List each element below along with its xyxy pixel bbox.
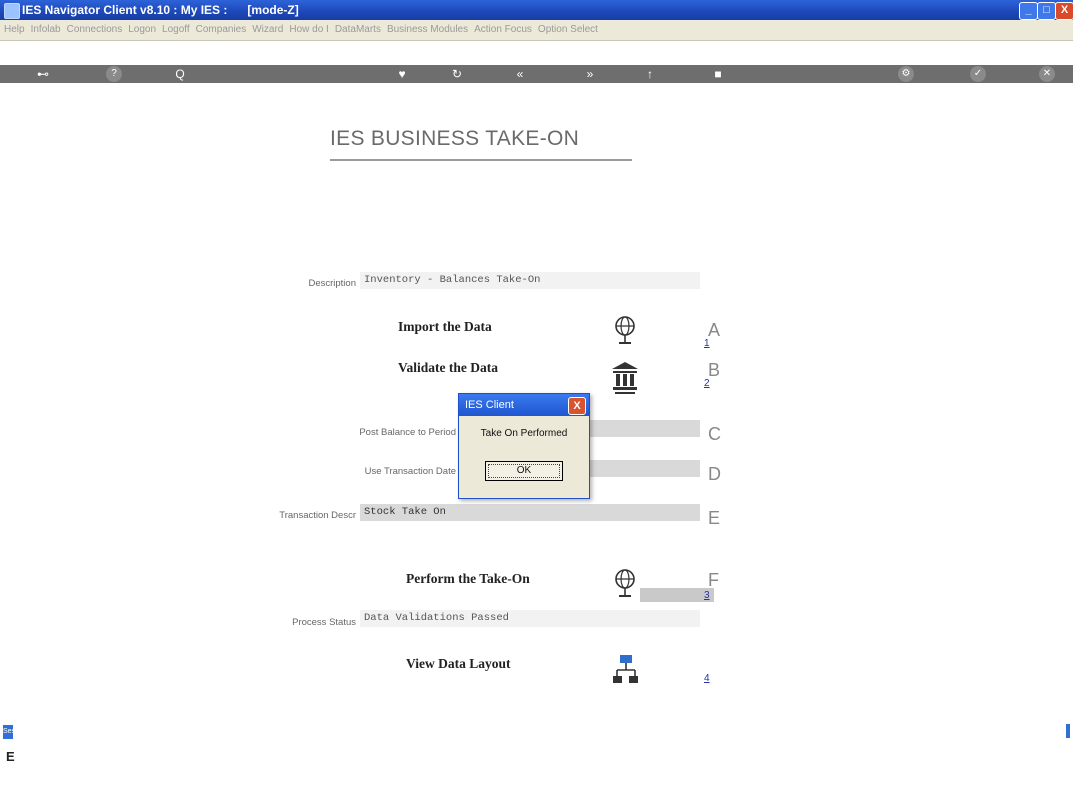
menu-items: Help Infolab Connections Logon Logoff Co… (4, 24, 598, 35)
menu-bar: Help Infolab Connections Logon Logoff Co… (0, 20, 1073, 41)
title-bar: IES Navigator Client v8.10 : My IES : [m… (0, 0, 1073, 20)
step-d-label: D (708, 464, 721, 484)
minimize-button[interactable]: _ (1019, 2, 1038, 20)
home-icon[interactable]: ■ (710, 66, 726, 82)
page-title: IES BUSINESS TAKE-ON (330, 127, 632, 161)
step-f-label: F (708, 570, 719, 590)
dialog-title: IES Client (465, 399, 514, 411)
session-badge[interactable]: Ses (3, 725, 15, 739)
menu-wizard[interactable]: Wizard (252, 24, 283, 35)
step-4-link[interactable]: 4 (704, 673, 710, 684)
view-data-layout-button[interactable]: View Data Layout (406, 656, 511, 672)
process-status-label: Process Status (292, 617, 356, 628)
up-icon[interactable]: ↑ (642, 66, 658, 82)
menu-how-do-i[interactable]: How do I (289, 24, 328, 35)
use-transaction-date-label: Use Transaction Date (364, 466, 456, 477)
step-1-link[interactable]: 1 (704, 338, 710, 349)
check-icon[interactable]: ✓ (970, 66, 986, 82)
menu-help[interactable]: Help (4, 24, 25, 35)
post-balance-label: Post Balance to Period (359, 427, 456, 438)
validate-data-button[interactable]: Validate the Data (398, 360, 498, 376)
description-field[interactable]: Inventory - Balances Take-On (360, 272, 700, 289)
globe-icon[interactable] (612, 568, 638, 597)
bank-icon[interactable] (610, 360, 638, 394)
dialog-message: Take On Performed (480, 428, 568, 439)
network-icon[interactable] (612, 654, 638, 683)
ok-button[interactable]: OK (485, 461, 563, 481)
post-balance-field[interactable] (580, 420, 700, 437)
step-e-label: E (708, 508, 721, 528)
maximize-button[interactable]: □ (1037, 2, 1056, 20)
perform-take-on-button[interactable]: Perform the Take-On (406, 571, 530, 587)
transaction-descr-field[interactable]: Stock Take On (360, 504, 700, 521)
gear-icon[interactable]: ⚙ (898, 66, 914, 82)
menu-connections[interactable]: Connections (67, 24, 123, 35)
menu-logon[interactable]: Logon (128, 24, 156, 35)
use-transaction-date-field[interactable] (580, 460, 700, 477)
help-icon[interactable]: ? (106, 66, 122, 82)
session-glyph: E (6, 749, 15, 764)
step-c-label: C (708, 424, 721, 444)
key-icon[interactable]: ⊷ (30, 66, 56, 82)
toolbar: ⊷ ? Q ♥ ↻ « » ↑ ■ ⚙ ✓ ✕ (0, 65, 1073, 83)
menu-companies[interactable]: Companies (196, 24, 247, 35)
window-title: IES Navigator Client v8.10 : My IES : [m… (22, 3, 299, 17)
transaction-descr-label: Transaction Descr (279, 510, 356, 521)
back-icon[interactable]: « (512, 66, 528, 82)
progress-block (640, 588, 714, 602)
menu-datamarts[interactable]: DataMarts (335, 24, 381, 35)
close-window-button[interactable]: X (1055, 2, 1073, 20)
menu-logoff[interactable]: Logoff (162, 24, 190, 35)
description-label: Description (308, 278, 356, 289)
menu-option-select[interactable]: Option Select (538, 24, 598, 35)
search-icon[interactable]: Q (172, 66, 188, 82)
import-data-button[interactable]: Import the Data (398, 319, 492, 335)
close-icon[interactable]: ✕ (1039, 66, 1055, 82)
menu-business-modules[interactable]: Business Modules (387, 24, 468, 35)
menu-infolab[interactable]: Infolab (31, 24, 61, 35)
app-icon (4, 3, 20, 19)
side-tab[interactable] (1066, 724, 1070, 738)
menu-action-focus[interactable]: Action Focus (474, 24, 532, 35)
heart-icon[interactable]: ♥ (394, 66, 410, 82)
dialog-close-button[interactable]: X (568, 397, 586, 415)
globe-icon[interactable] (612, 315, 638, 344)
forward-icon[interactable]: » (582, 66, 598, 82)
step-3-link[interactable]: 3 (704, 590, 710, 601)
message-dialog: IES Client X Take On Performed OK (458, 393, 590, 499)
step-2-link[interactable]: 2 (704, 378, 710, 389)
refresh-icon[interactable]: ↻ (449, 66, 465, 82)
process-status-field[interactable]: Data Validations Passed (360, 610, 700, 627)
